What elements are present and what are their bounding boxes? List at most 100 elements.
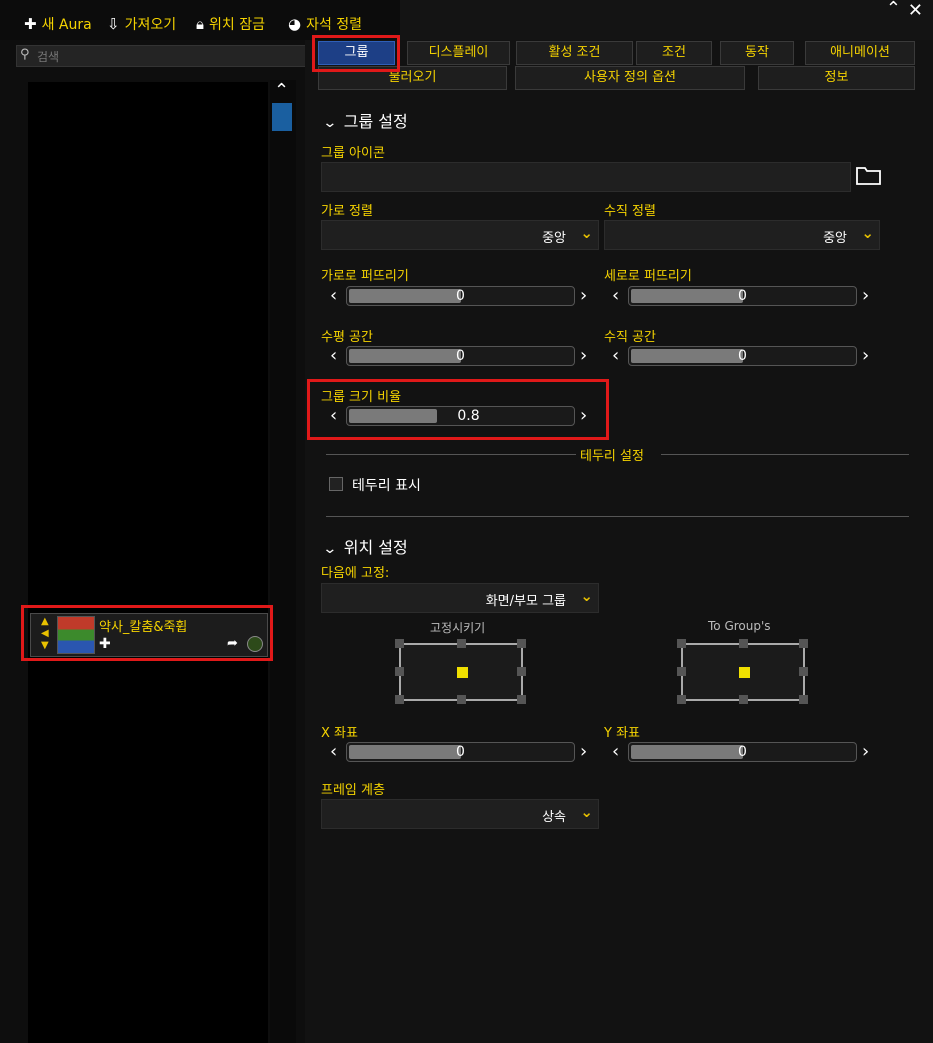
- tab-trigger[interactable]: 활성 조건: [516, 41, 633, 65]
- anchor-handle[interactable]: [395, 667, 404, 676]
- anchor-handle[interactable]: [677, 695, 686, 704]
- slider-value: 0: [738, 744, 747, 760]
- show-border-label: 테두리 표시: [352, 478, 421, 494]
- frame-strata-label: 프레임 계층: [321, 783, 385, 798]
- border-settings-title: 테두리 설정: [580, 449, 644, 464]
- increment-icon[interactable]: ›: [580, 346, 587, 366]
- tab-animation[interactable]: 애니메이션: [805, 41, 915, 65]
- decrement-icon[interactable]: ‹: [612, 286, 619, 306]
- tab-information[interactable]: 정보: [758, 66, 915, 90]
- h-spread-slider[interactable]: ‹ 0 ›: [330, 286, 592, 308]
- tab-custom-options[interactable]: 사용자 정의 옵션: [515, 66, 745, 90]
- y-offset-label: Y 좌표: [604, 726, 640, 741]
- slider-value: 0: [456, 348, 465, 364]
- increment-icon[interactable]: ›: [862, 742, 869, 762]
- lock-position-button[interactable]: 🔒︎ 위치 잠금: [196, 14, 265, 34]
- slider-track[interactable]: 0: [628, 346, 857, 366]
- plus-icon: ✚: [24, 15, 37, 33]
- y-offset-slider[interactable]: ‹ 0 ›: [612, 742, 874, 764]
- anchor-handle[interactable]: [517, 667, 526, 676]
- anchor-selected-point[interactable]: [739, 667, 750, 678]
- increment-icon[interactable]: ›: [862, 346, 869, 366]
- highlight-box-group-tab: [312, 35, 400, 72]
- h-align-value: 중앙: [542, 231, 566, 246]
- folder-icon[interactable]: [855, 163, 883, 191]
- show-border-checkbox[interactable]: [329, 477, 343, 491]
- x-offset-label: X 좌표: [321, 726, 358, 741]
- v-spread-slider[interactable]: ‹ 0 ›: [612, 286, 874, 308]
- dropdown-arrow-icon: ⌄: [861, 224, 874, 242]
- to-group-label: To Group's: [708, 619, 771, 633]
- anchor-handle[interactable]: [799, 695, 808, 704]
- anchor-handle[interactable]: [677, 639, 686, 648]
- slider-track[interactable]: 0: [346, 742, 575, 762]
- close-icon[interactable]: ✕: [908, 0, 923, 21]
- import-button[interactable]: ⇩ 가져오기: [107, 14, 176, 34]
- v-align-dropdown[interactable]: 중앙 ⌄: [604, 220, 880, 250]
- dropdown-arrow-icon: ⌄: [580, 803, 593, 821]
- decrement-icon[interactable]: ‹: [330, 742, 337, 762]
- divider: [661, 454, 909, 455]
- anchor-to-value: 화면/부모 그룹: [485, 594, 566, 609]
- decrement-icon[interactable]: ‹: [330, 286, 337, 306]
- v-align-label: 수직 정렬: [604, 204, 656, 219]
- divider: [326, 516, 909, 517]
- collapse-icon[interactable]: ⌃: [886, 0, 901, 19]
- scroll-up-icon[interactable]: ⌃: [274, 80, 289, 101]
- anchor-handle[interactable]: [457, 695, 466, 704]
- scroll-thumb[interactable]: [272, 103, 292, 131]
- increment-icon[interactable]: ›: [580, 286, 587, 306]
- decrement-icon[interactable]: ‹: [330, 346, 337, 366]
- anchor-handle[interactable]: [395, 695, 404, 704]
- anchor-handle[interactable]: [517, 639, 526, 648]
- anchor-handle[interactable]: [799, 639, 808, 648]
- increment-icon[interactable]: ›: [862, 286, 869, 306]
- anchor-handle[interactable]: [799, 667, 808, 676]
- highlight-box-aura: [21, 605, 273, 661]
- x-offset-slider[interactable]: ‹ 0 ›: [330, 742, 592, 764]
- to-group-point-selector[interactable]: [677, 639, 808, 704]
- new-aura-button[interactable]: ✚ 새 Aura: [24, 14, 92, 34]
- slider-track[interactable]: 0: [346, 286, 575, 306]
- h-space-label: 수평 공간: [321, 330, 373, 345]
- group-icon-input[interactable]: [321, 162, 851, 192]
- tab-display[interactable]: 디스플레이: [407, 41, 510, 65]
- anchor-handle[interactable]: [739, 695, 748, 704]
- h-space-slider[interactable]: ‹ 0 ›: [330, 346, 592, 368]
- anchor-handle[interactable]: [457, 639, 466, 648]
- dropdown-arrow-icon: ⌄: [580, 224, 593, 242]
- v-space-slider[interactable]: ‹ 0 ›: [612, 346, 874, 368]
- position-settings-header[interactable]: ⌄ 위치 설정: [322, 534, 407, 558]
- slider-track[interactable]: 0: [628, 286, 857, 306]
- anchor-to-dropdown[interactable]: 화면/부모 그룹 ⌄: [321, 583, 599, 613]
- frame-strata-dropdown[interactable]: 상속 ⌄: [321, 799, 599, 829]
- anchor-handle[interactable]: [739, 639, 748, 648]
- anchor-selected-point[interactable]: [457, 667, 468, 678]
- slider-track[interactable]: 0: [346, 346, 575, 366]
- tab-actions[interactable]: 동작: [720, 41, 794, 65]
- anchor-handle[interactable]: [517, 695, 526, 704]
- tab-conditions[interactable]: 조건: [636, 41, 712, 65]
- slider-value: 0: [738, 348, 747, 364]
- decrement-icon[interactable]: ‹: [612, 346, 619, 366]
- slider-value: 0: [456, 744, 465, 760]
- import-icon: ⇩: [107, 15, 120, 33]
- slider-track[interactable]: 0: [628, 742, 857, 762]
- scrollbar[interactable]: [270, 80, 296, 1043]
- magnet-icon: ◕: [288, 15, 302, 33]
- dropdown-arrow-icon: ⌄: [580, 587, 593, 605]
- magnetic-align-button[interactable]: ◕ 자석 정렬: [288, 14, 362, 34]
- increment-icon[interactable]: ›: [580, 742, 587, 762]
- search-icon: ⚲: [20, 47, 30, 62]
- decrement-icon[interactable]: ‹: [612, 742, 619, 762]
- anchor-handle[interactable]: [395, 639, 404, 648]
- v-align-value: 중앙: [823, 231, 847, 246]
- anchor-handle[interactable]: [677, 667, 686, 676]
- search-input[interactable]: ⚲ 검색: [16, 45, 306, 67]
- h-align-dropdown[interactable]: 중앙 ⌄: [321, 220, 599, 250]
- h-align-label: 가로 정렬: [321, 204, 373, 219]
- lock-icon: 🔒︎: [196, 15, 204, 33]
- group-settings-header[interactable]: ⌄ 그룹 설정: [322, 108, 407, 132]
- group-icon-label: 그룹 아이콘: [321, 146, 385, 161]
- anchor-point-selector[interactable]: [395, 639, 526, 704]
